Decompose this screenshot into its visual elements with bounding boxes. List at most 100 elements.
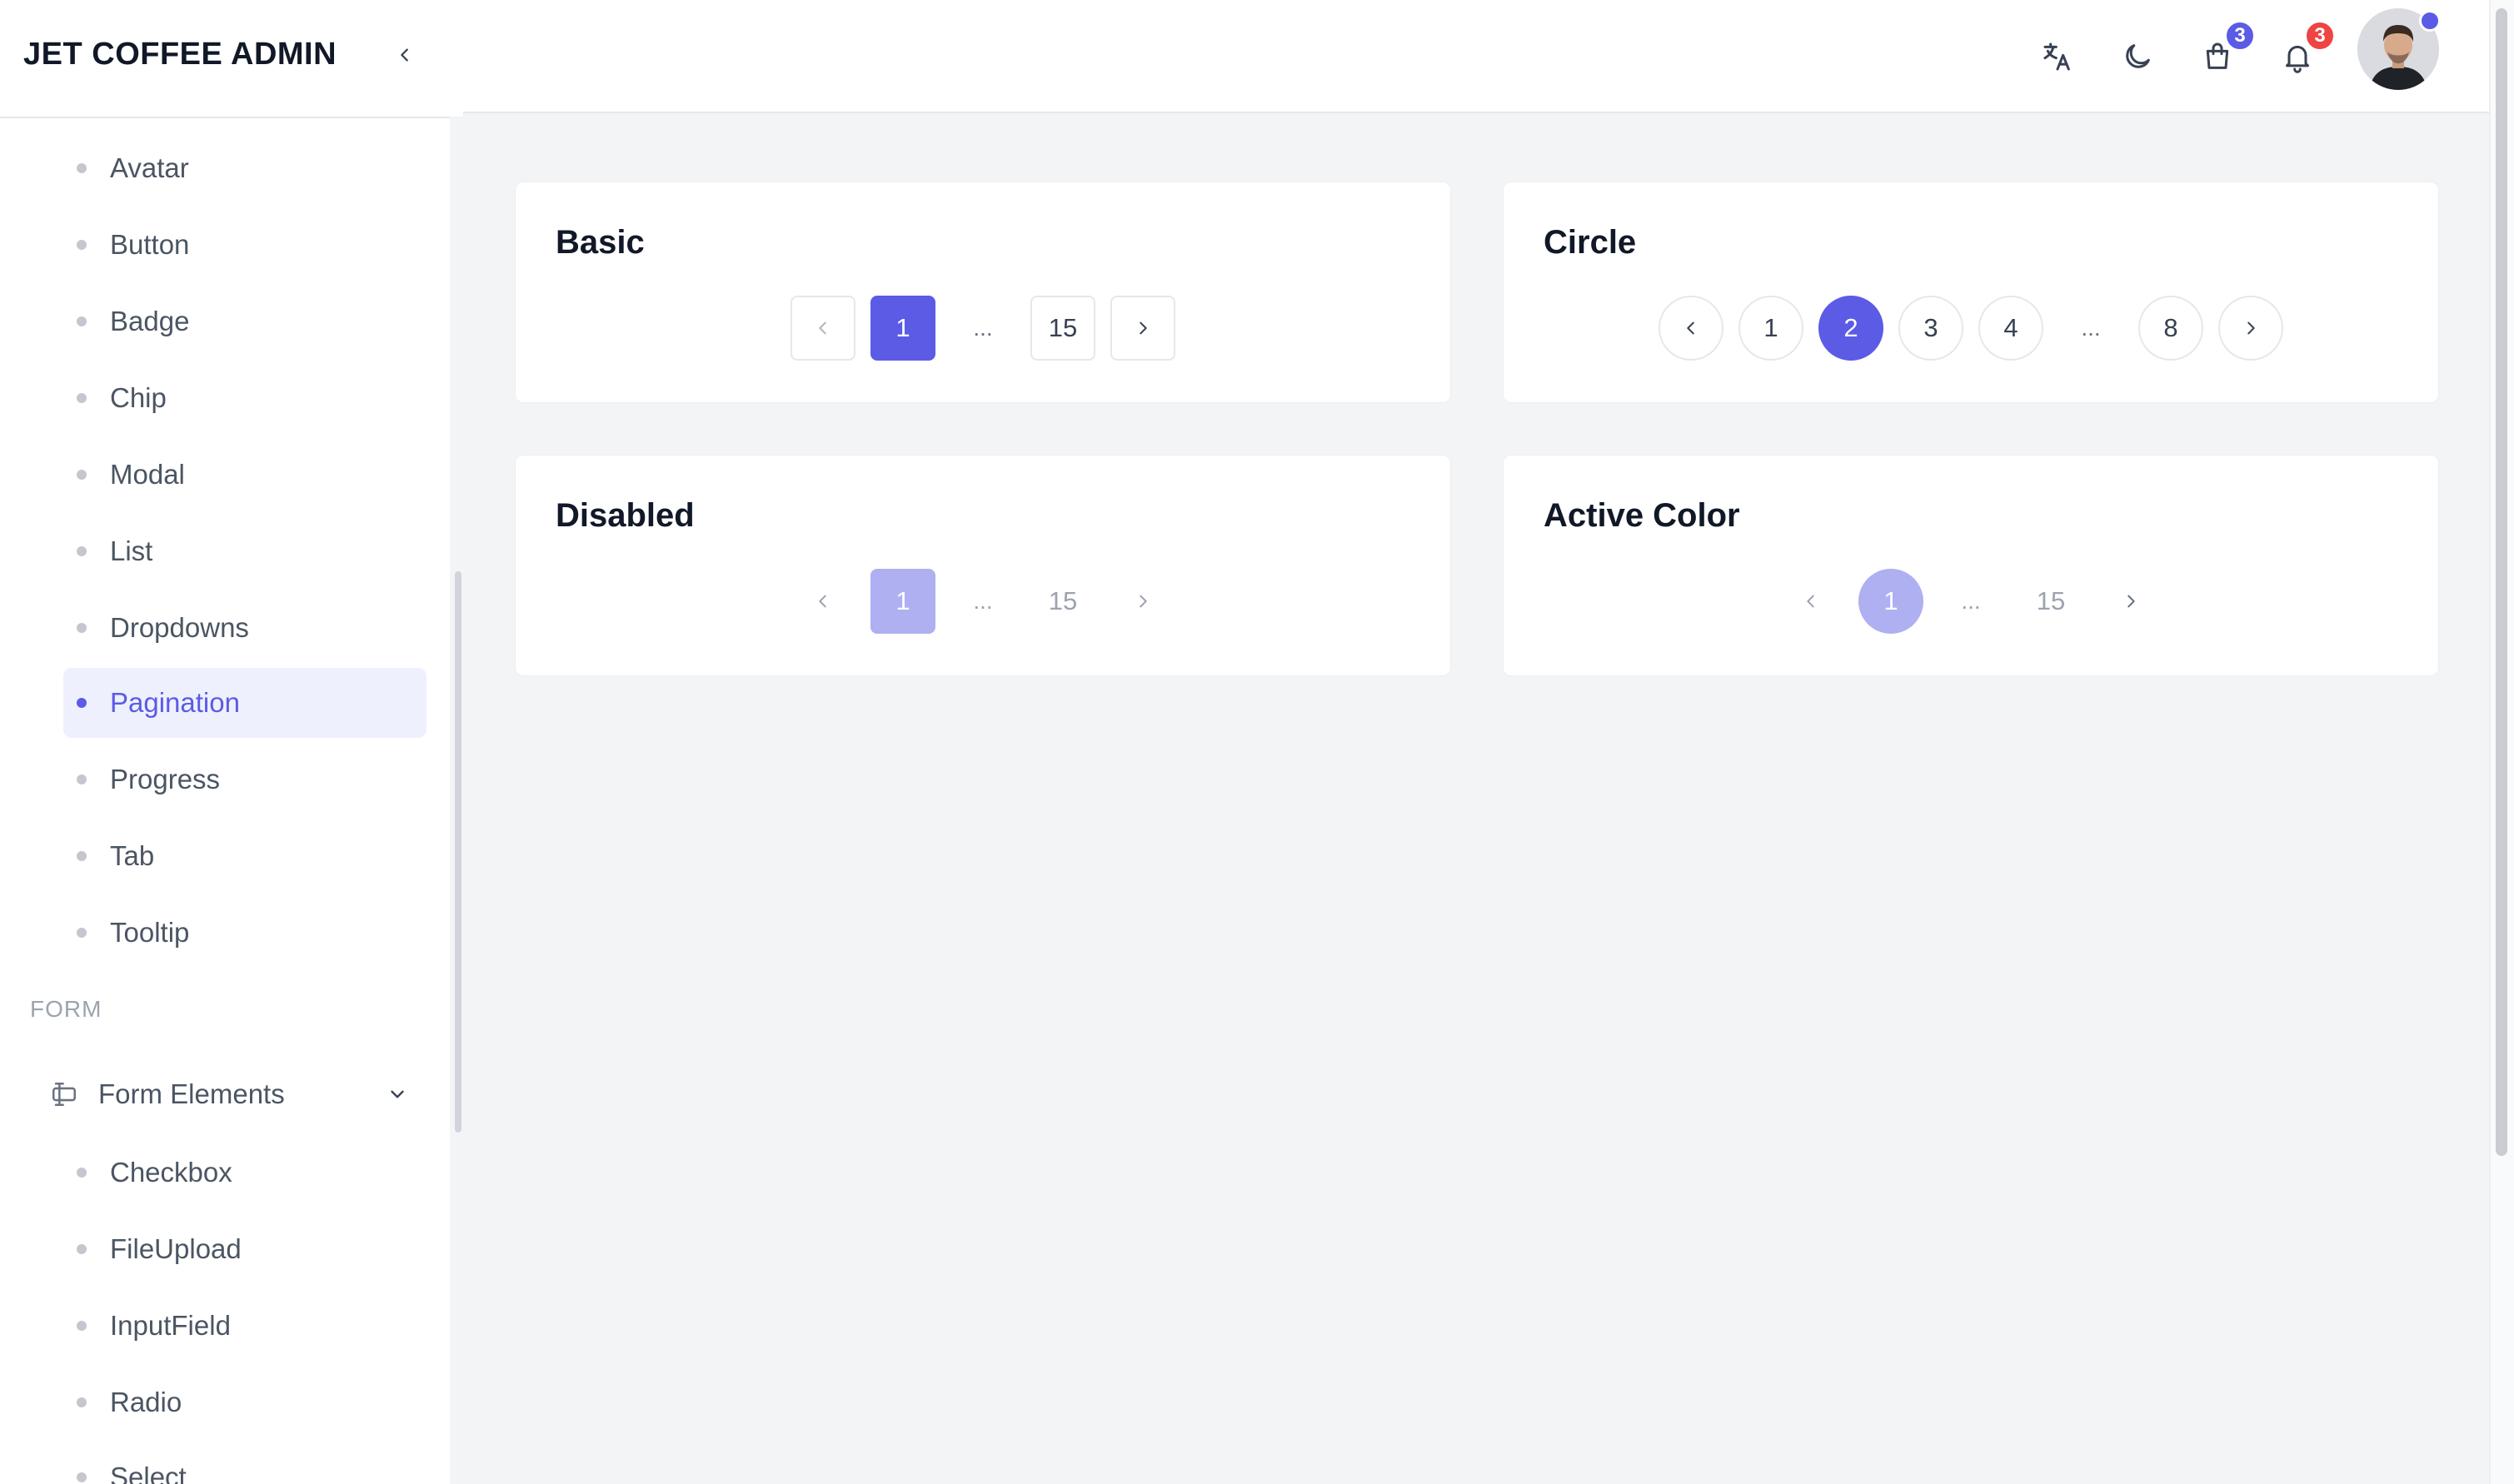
- pagination-basic: 1 ... 15: [516, 296, 1450, 362]
- pagination-ellipsis: ...: [2081, 315, 2101, 341]
- sidebar-item-tab[interactable]: Tab: [63, 821, 426, 891]
- sidebar-item-tooltip[interactable]: Tooltip: [63, 898, 426, 968]
- card-title: Active Color: [1544, 497, 1740, 534]
- sidebar-group-form-elements[interactable]: Form Elements: [50, 1061, 408, 1128]
- card-title: Basic: [556, 224, 645, 261]
- bullet-dot: [77, 928, 87, 938]
- sidebar-item-label: Badge: [110, 306, 190, 336]
- sidebar-item-button[interactable]: Button: [63, 210, 426, 280]
- card-active-color: Active Color 1 ... 15: [1503, 455, 2439, 676]
- sidebar-item-label: Modal: [110, 459, 185, 490]
- sidebar-item-label: Tooltip: [110, 917, 190, 948]
- page-button[interactable]: 1: [1738, 296, 1803, 361]
- sidebar-item-fileupload[interactable]: FileUpload: [63, 1214, 426, 1284]
- bullet-dot: [77, 163, 87, 173]
- card-title: Circle: [1544, 224, 1637, 261]
- language-button[interactable]: [2034, 33, 2081, 80]
- next-page-button[interactable]: [1110, 296, 1175, 361]
- chevron-left-icon: [819, 595, 826, 608]
- next-page-button[interactable]: [2098, 569, 2163, 634]
- dark-mode-toggle[interactable]: [2114, 33, 2161, 80]
- prev-page-button[interactable]: [791, 296, 855, 361]
- bullet-dot: [77, 698, 87, 708]
- bullet-dot: [77, 546, 87, 556]
- cart-button[interactable]: 3: [2194, 20, 2256, 80]
- sidebar-item-label: Chip: [110, 382, 167, 413]
- bullet-dot: [77, 470, 87, 480]
- sidebar-item-dropdowns[interactable]: Dropdowns: [63, 593, 426, 663]
- page-button-active[interactable]: 1: [870, 296, 935, 361]
- chevron-left-icon: [1807, 595, 1814, 608]
- card-disabled: Disabled 1 ... 15: [515, 455, 1451, 676]
- sidebar-item-inputfield[interactable]: InputField: [63, 1291, 426, 1361]
- page-button-active[interactable]: 2: [1818, 296, 1883, 361]
- prev-page-button: [791, 569, 855, 634]
- page-button-last[interactable]: 15: [2018, 569, 2083, 634]
- sidebar-item-checkbox[interactable]: Checkbox: [63, 1138, 426, 1208]
- sidebar-item-chip[interactable]: Chip: [63, 363, 426, 433]
- sidebar-item-badge[interactable]: Badge: [63, 286, 426, 356]
- card-title: Disabled: [556, 497, 695, 534]
- page-button-last[interactable]: 8: [2138, 296, 2203, 361]
- bullet-dot: [77, 1168, 87, 1178]
- bullet-dot: [77, 1244, 87, 1254]
- page-button-active: 1: [870, 569, 935, 634]
- moon-icon: [2126, 44, 2150, 68]
- prev-page-button[interactable]: [1659, 296, 1723, 361]
- page-button[interactable]: 4: [1978, 296, 2043, 361]
- page-button-last[interactable]: 15: [1030, 296, 1095, 361]
- bullet-dot: [77, 1397, 87, 1407]
- sidebar-item-progress[interactable]: Progress: [63, 744, 426, 814]
- pagination-disabled: 1 ... 15: [516, 569, 1450, 635]
- notifications-badge: 3: [2304, 20, 2336, 52]
- sidebar-item-label: Dropdowns: [110, 612, 249, 643]
- notifications-button[interactable]: 3: [2274, 20, 2336, 80]
- brand-title: JET COFFEE ADMIN: [23, 37, 337, 72]
- sidebar-item-select[interactable]: Select: [63, 1442, 426, 1484]
- bullet-dot: [77, 774, 87, 784]
- page-button-active[interactable]: 1: [1858, 569, 1923, 634]
- chevron-down-icon: [391, 1090, 404, 1098]
- sidebar-header: JET COFFEE ADMIN: [0, 0, 463, 118]
- sidebar-item-modal[interactable]: Modal: [63, 440, 426, 510]
- card-circle: Circle 1 2 3 4 ... 8: [1503, 182, 2439, 403]
- bullet-dot: [77, 1321, 87, 1331]
- sidebar-item-label: FileUpload: [110, 1233, 242, 1264]
- sidebar-item-label: Button: [110, 229, 190, 260]
- chevron-right-icon: [2247, 321, 2255, 335]
- chevron-left-icon: [819, 321, 826, 335]
- bullet-dot: [77, 393, 87, 403]
- section-label-form: FORM: [30, 996, 102, 1022]
- sidebar-item-label: List: [110, 535, 153, 566]
- cart-badge: 3: [2224, 20, 2256, 52]
- bullet-dot: [77, 851, 87, 861]
- pagination-circle: 1 2 3 4 ... 8: [1504, 296, 2438, 362]
- pagination-ellipsis: ...: [973, 315, 993, 341]
- form-elements-icon: [52, 1082, 77, 1107]
- sidebar-item-pagination[interactable]: Pagination: [63, 668, 426, 738]
- sidebar-scrollbar[interactable]: [455, 571, 461, 1133]
- sidebar-group-label: Form Elements: [98, 1078, 285, 1109]
- topbar: [463, 0, 2489, 113]
- next-page-button[interactable]: [2218, 296, 2283, 361]
- page-scrollbar[interactable]: [2496, 8, 2507, 1156]
- pagination-ellipsis: ...: [973, 588, 993, 614]
- sidebar-item-label: Select: [110, 1462, 187, 1484]
- sidebar-item-label: Pagination: [110, 687, 240, 718]
- next-page-button: [1110, 569, 1175, 634]
- sidebar-item-label: Radio: [110, 1387, 182, 1417]
- sidebar-item-radio[interactable]: Radio: [63, 1367, 426, 1437]
- prev-page-button[interactable]: [1778, 569, 1843, 634]
- sidebar-item-list[interactable]: List: [63, 516, 426, 586]
- sidebar-item-label: Progress: [110, 764, 221, 794]
- sidebar-item-avatar[interactable]: Avatar: [63, 133, 426, 203]
- bullet-dot: [77, 1472, 87, 1482]
- page-button[interactable]: 3: [1898, 296, 1963, 361]
- sidebar-item-label: InputField: [110, 1310, 231, 1341]
- sidebar-item-label: Checkbox: [110, 1157, 232, 1188]
- chevron-left-icon: [401, 48, 408, 62]
- sidebar-item-label: Tab: [110, 840, 155, 871]
- online-status-dot: [2419, 10, 2441, 32]
- bullet-dot: [77, 316, 87, 326]
- collapse-sidebar-button[interactable]: [388, 38, 421, 72]
